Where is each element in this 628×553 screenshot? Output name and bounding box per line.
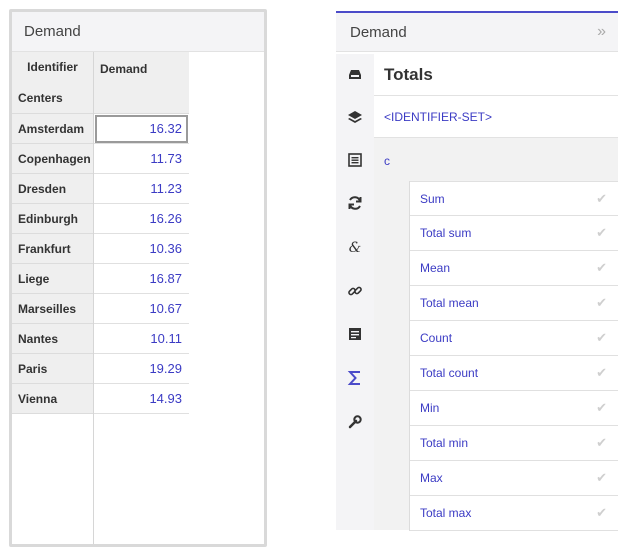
center-cell[interactable]: Dresden [12, 174, 93, 204]
center-cell[interactable]: Vienna [12, 384, 93, 414]
check-icon[interactable]: ✔ [596, 505, 607, 521]
option-label: Total mean [420, 296, 479, 310]
demand-table: Identifier Centers Amsterdam Copenhagen … [12, 52, 264, 544]
center-cell[interactable]: Amsterdam [12, 114, 93, 144]
layers-icon[interactable] [345, 107, 365, 127]
attribute-panel-title: Demand [350, 23, 407, 41]
collapse-icon[interactable]: » [597, 23, 606, 41]
ampersand-icon[interactable]: & [345, 237, 365, 257]
demand-value-cell[interactable]: 11.73 [94, 144, 189, 174]
option-label: Max [420, 471, 443, 485]
totals-option[interactable]: Total mean ✔ [410, 286, 618, 321]
identifier-set-link[interactable]: <IDENTIFIER-SET> [374, 96, 618, 138]
option-label: Total sum [420, 226, 472, 240]
check-icon[interactable]: ✔ [596, 191, 607, 207]
attribute-panel-header: Demand » [336, 13, 618, 52]
totals-option[interactable]: Total max ✔ [410, 496, 618, 531]
svg-text:&: & [349, 240, 361, 255]
center-cell[interactable]: Nantes [12, 324, 93, 354]
check-icon[interactable]: ✔ [596, 225, 607, 241]
center-cell[interactable]: Frankfurt [12, 234, 93, 264]
demand-value-cell[interactable]: 11.23 [94, 174, 189, 204]
totals-option[interactable]: Sum ✔ [410, 181, 618, 216]
option-label: Mean [420, 261, 451, 275]
link-icon[interactable] [345, 281, 365, 301]
option-label: Total min [420, 436, 469, 450]
demand-value-cell[interactable]: 16.87 [94, 264, 189, 294]
index-label[interactable]: c [384, 154, 390, 168]
totals-option[interactable]: Total count ✔ [410, 356, 618, 391]
demand-value-cell[interactable]: 14.93 [94, 384, 189, 414]
demand-table-title: Demand [12, 12, 264, 52]
center-cell[interactable]: Marseilles [12, 294, 93, 324]
document-icon[interactable] [345, 150, 365, 170]
totals-option[interactable]: Max ✔ [410, 461, 618, 496]
totals-option[interactable]: Total sum ✔ [410, 216, 618, 251]
demand-table-frame: Demand Identifier Centers Amsterdam Cope… [12, 12, 264, 544]
center-cell[interactable]: Edinburgh [12, 204, 93, 234]
option-label: Count [420, 331, 453, 345]
totals-option-list: Sum ✔ Total sum ✔ Mean ✔ Total mean ✔ Co… [409, 181, 618, 531]
totals-option[interactable]: Mean ✔ [410, 251, 618, 286]
wrench-icon[interactable] [345, 412, 365, 432]
demand-header[interactable]: Demand [94, 52, 189, 114]
center-cell[interactable]: Liege [12, 264, 93, 294]
inbox-icon[interactable] [345, 64, 365, 84]
check-icon[interactable]: ✔ [596, 260, 607, 276]
identifier-header: Identifier Centers [12, 52, 93, 114]
option-label: Sum [420, 191, 445, 206]
demand-table-panel: Demand Identifier Centers Amsterdam Cope… [9, 9, 267, 547]
check-icon[interactable]: ✔ [596, 400, 607, 416]
refresh-icon[interactable] [345, 193, 365, 213]
attribute-panel: Demand » & Totals <IDENTIFIER-SET> c Sum… [336, 11, 618, 531]
totals-option[interactable]: Total min ✔ [410, 426, 618, 461]
center-cell[interactable]: Paris [12, 354, 93, 384]
identifier-column: Identifier Centers Amsterdam Copenhagen … [12, 52, 94, 544]
demand-value-cell[interactable]: 16.32 [94, 114, 189, 144]
centers-header-label[interactable]: Centers [12, 82, 93, 113]
index-block: c Sum ✔ Total sum ✔ Mean ✔ Total mean ✔ [374, 138, 618, 531]
option-label: Total max [420, 506, 472, 520]
demand-value-cell[interactable]: 10.36 [94, 234, 189, 264]
sigma-icon[interactable] [345, 368, 365, 388]
newspaper-icon[interactable] [345, 324, 365, 344]
attribute-icon-bar: & [336, 54, 374, 530]
demand-column: Demand 16.32 11.73 11.23 16.26 10.36 16.… [94, 52, 189, 544]
demand-value-cell[interactable]: 10.11 [94, 324, 189, 354]
identifier-header-label: Identifier [27, 60, 78, 74]
check-icon[interactable]: ✔ [596, 330, 607, 346]
option-label: Total count [420, 366, 479, 380]
option-label: Min [420, 401, 440, 415]
check-icon[interactable]: ✔ [596, 470, 607, 486]
totals-content: Totals <IDENTIFIER-SET> c Sum ✔ Total su… [374, 54, 618, 531]
totals-option[interactable]: Count ✔ [410, 321, 618, 356]
demand-value-cell[interactable]: 10.67 [94, 294, 189, 324]
check-icon[interactable]: ✔ [596, 365, 607, 381]
totals-option[interactable]: Min ✔ [410, 391, 618, 426]
check-icon[interactable]: ✔ [596, 435, 607, 451]
totals-title: Totals [374, 54, 618, 96]
center-cell[interactable]: Copenhagen [12, 144, 93, 174]
demand-value-cell[interactable]: 19.29 [94, 354, 189, 384]
check-icon[interactable]: ✔ [596, 295, 607, 311]
demand-value-cell[interactable]: 16.26 [94, 204, 189, 234]
